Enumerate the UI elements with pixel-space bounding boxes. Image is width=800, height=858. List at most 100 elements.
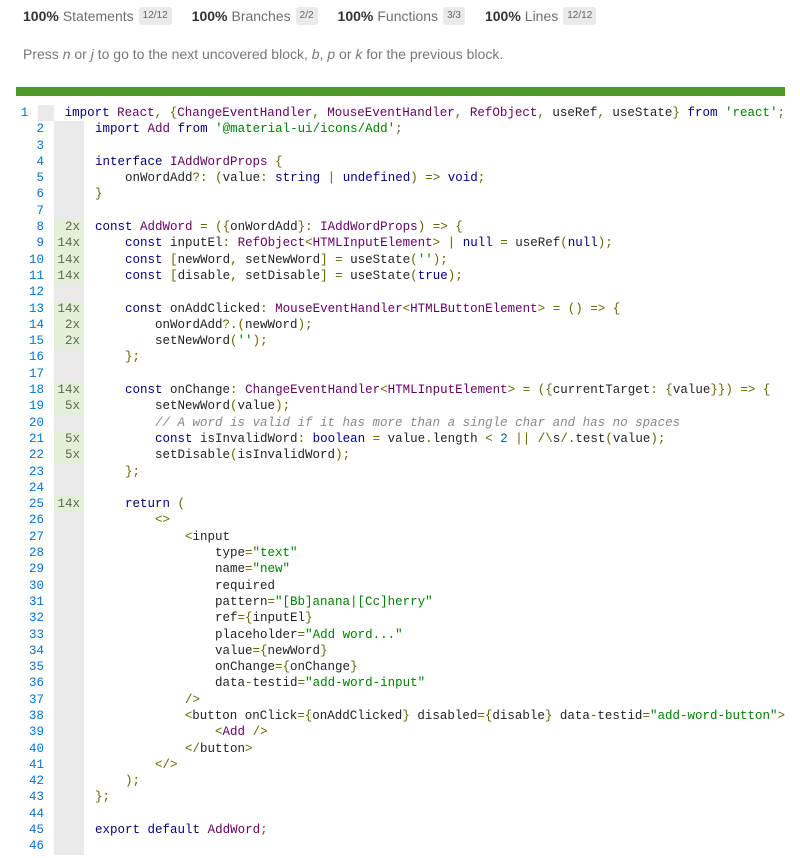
hit-count <box>54 186 84 203</box>
hit-count: 14x <box>54 382 84 399</box>
source-code: const [newWord, setNewWord] = useState('… <box>125 252 448 267</box>
hit-count: 5x <box>54 430 84 448</box>
line-number-link[interactable]: 10 <box>16 252 48 268</box>
hit-count: 2x <box>54 219 84 236</box>
line-number-link[interactable]: 44 <box>16 806 48 822</box>
line-number-link[interactable]: 2 <box>16 121 48 137</box>
line-number-link[interactable]: 3 <box>16 138 48 154</box>
source-code <box>84 138 95 154</box>
source-code: <Add /> <box>215 725 268 740</box>
hit-count <box>54 577 84 594</box>
line-number-link[interactable]: 41 <box>16 757 48 773</box>
hit-count <box>54 137 84 154</box>
line-number-link[interactable]: 38 <box>16 708 48 724</box>
code-line: 24 <box>16 479 785 497</box>
hit-count <box>38 105 54 122</box>
line-number-link[interactable]: 20 <box>16 415 48 431</box>
line-number-link[interactable]: 21 <box>16 431 48 447</box>
code-line: 20 // A word is valid if it has more tha… <box>16 414 785 431</box>
line-number-link[interactable]: 30 <box>16 578 48 594</box>
source-code: }; <box>125 350 141 365</box>
source-code <box>84 806 95 822</box>
source-code <box>84 203 95 219</box>
code-line: 27 <input <box>16 528 785 546</box>
source-code: setNewWord(''); <box>95 334 268 349</box>
line-number-link[interactable]: 46 <box>16 838 48 854</box>
line-number-link[interactable]: 15 <box>16 333 48 349</box>
line-number-link[interactable]: 26 <box>16 512 48 528</box>
statements-metric: 100% Statements 12/12 <box>23 7 172 25</box>
source-code: const onChange: ChangeEventHandler<HTMLI… <box>125 383 771 398</box>
line-number-link[interactable]: 28 <box>16 545 48 561</box>
line-number-link[interactable]: 45 <box>16 822 48 838</box>
line-number-link[interactable]: 29 <box>16 561 48 577</box>
source-code: type="text" <box>95 546 298 561</box>
line-number-link[interactable]: 13 <box>16 301 48 317</box>
hit-count <box>54 479 84 497</box>
line-number-link[interactable]: 23 <box>16 464 48 480</box>
code-line: 46 <box>16 838 785 855</box>
coverage-summary: 100% Statements 12/12 100% Branches 2/2 … <box>23 6 616 26</box>
code-line: 6} <box>16 186 785 203</box>
line-number-link[interactable]: 42 <box>16 773 48 789</box>
line-number-link[interactable]: 7 <box>16 203 48 219</box>
code-line: 14 2x onWordAdd?.(newWord); <box>16 316 785 334</box>
line-number-link[interactable]: 9 <box>16 235 48 251</box>
hit-count <box>54 463 84 480</box>
code-line: 29 name="new" <box>16 561 785 578</box>
line-number-link[interactable]: 35 <box>16 659 48 675</box>
branches-label: Branches <box>231 8 291 24</box>
code-line: 32 ref={inputEl} <box>16 610 785 627</box>
source-code: name="new" <box>95 562 291 577</box>
line-number-link[interactable]: 6 <box>16 186 48 202</box>
functions-metric: 100% Functions 3/3 <box>338 7 465 25</box>
line-number-link[interactable]: 37 <box>16 692 48 708</box>
line-number-link[interactable]: 19 <box>16 398 48 414</box>
source-code: /> <box>185 692 201 707</box>
line-number-link[interactable]: 40 <box>16 741 48 757</box>
line-number-link[interactable]: 4 <box>16 154 48 170</box>
code-line: 17 <box>16 365 785 383</box>
hint-key-p: p <box>327 46 336 62</box>
functions-percent: 100% <box>337 8 374 24</box>
source-code: onWordAdd?.(newWord); <box>95 317 313 332</box>
line-number-link[interactable]: 43 <box>16 789 48 805</box>
hit-count: 14x <box>54 235 84 252</box>
source-code <box>84 284 95 300</box>
source-code: onWordAdd?: (value: string | undefined) … <box>95 171 486 186</box>
source-code <box>84 838 95 854</box>
line-number-link[interactable]: 18 <box>16 382 48 398</box>
line-number-link[interactable]: 31 <box>16 594 48 610</box>
line-number-link[interactable]: 8 <box>16 219 48 235</box>
line-number-link[interactable]: 14 <box>16 317 48 333</box>
line-number-link[interactable]: 11 <box>16 268 48 284</box>
code-line: 1 import React, {ChangeEventHandler, Mous… <box>16 105 785 122</box>
hit-count <box>54 675 84 692</box>
code-line: 31 pattern="[Bb]anana|[Cc]herry" <box>16 593 785 611</box>
line-number-link[interactable]: 17 <box>16 366 48 382</box>
functions-fraction: 3/3 <box>443 7 465 25</box>
line-number-link[interactable]: 27 <box>16 529 48 545</box>
code-line: 35 onChange={onChange} <box>16 659 785 676</box>
lines-fraction: 12/12 <box>563 7 597 25</box>
line-number-link[interactable]: 12 <box>16 284 48 300</box>
source-code <box>84 480 95 496</box>
line-number-link[interactable]: 5 <box>16 170 48 186</box>
line-number-link[interactable]: 32 <box>16 610 48 626</box>
source-code: return ( <box>125 497 186 512</box>
branches-fraction: 2/2 <box>295 7 318 25</box>
line-number-link[interactable]: 34 <box>16 643 48 659</box>
code-line: 18 14x const onChange: ChangeEventHandler… <box>16 382 785 399</box>
code-line: 11 14x const [disable, setDisable] = useS… <box>16 267 785 285</box>
code-line: 39 <Add /> <box>16 724 785 741</box>
line-number-link[interactable]: 36 <box>16 675 48 691</box>
code-line: 37 /> <box>16 691 785 708</box>
line-number-link[interactable]: 39 <box>16 724 48 740</box>
line-number-link[interactable]: 1 <box>16 105 32 121</box>
line-number-link[interactable]: 24 <box>16 480 48 496</box>
line-number-link[interactable]: 25 <box>16 496 48 512</box>
line-number-link[interactable]: 16 <box>16 349 48 365</box>
line-number-link[interactable]: 22 <box>16 447 48 463</box>
line-number-link[interactable]: 33 <box>16 627 48 643</box>
hint-key-b: b <box>311 46 320 62</box>
